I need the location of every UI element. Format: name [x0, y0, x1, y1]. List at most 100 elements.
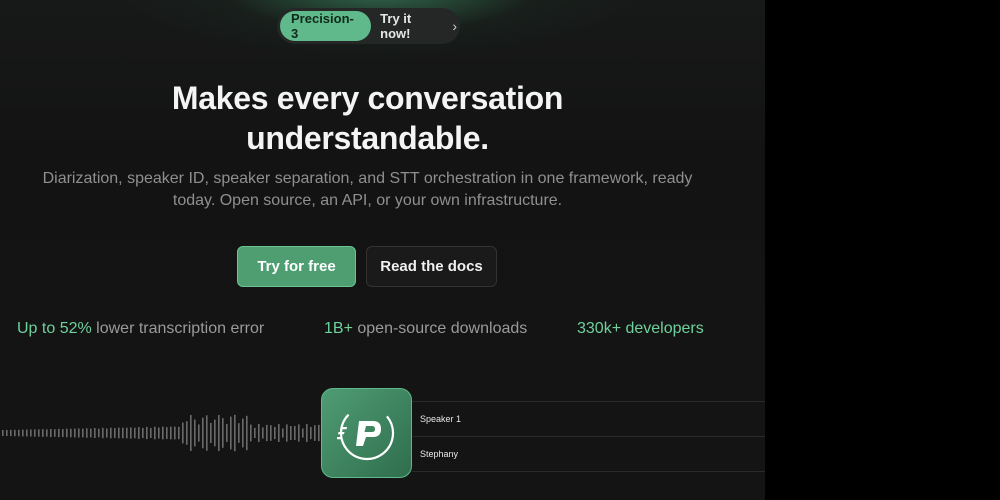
waveform-bar — [226, 423, 228, 443]
waveform-bar — [194, 419, 196, 447]
waveform-bar — [298, 424, 300, 442]
waveform-bar — [34, 429, 36, 437]
waveform-bar — [98, 428, 100, 438]
waveform-bar — [18, 429, 20, 437]
waveform-bar — [178, 426, 180, 440]
waveform-bar — [294, 425, 296, 441]
waveform-bar — [38, 429, 40, 437]
waveform-bar — [130, 427, 132, 439]
waveform-bar — [82, 428, 84, 438]
waveform-bar — [142, 427, 144, 439]
stat-transcription-error: Up to 52% lower transcription error — [17, 320, 264, 338]
waveform-bar — [62, 429, 64, 437]
waveform-bar — [274, 426, 276, 440]
waveform-bar — [146, 426, 148, 440]
waveform-bar — [186, 421, 188, 445]
stat-highlight: 1B+ — [324, 320, 353, 337]
stat-text: open-source downloads — [352, 320, 528, 337]
waveform-bar — [246, 415, 248, 451]
waveform-bar — [94, 427, 96, 439]
stat-downloads: 1B+ open-source downloads — [324, 320, 527, 338]
waveform-bar — [110, 427, 112, 439]
stat-text: lower transcription error — [91, 320, 265, 337]
hero-subheading-line1: Diarization, speaker ID, speaker separat… — [42, 170, 693, 187]
landing-page: Precision-3 Try it now! › Makes every co… — [0, 0, 765, 500]
waveform-bar — [30, 429, 32, 437]
waveform-bar — [158, 427, 160, 439]
pyannote-logo-icon — [336, 405, 394, 461]
waveform-bar — [238, 423, 240, 443]
waveform-bar — [182, 422, 184, 444]
waveform-bar — [270, 425, 272, 441]
waveform-bar — [134, 427, 136, 439]
hero-subheading: Diarization, speaker ID, speaker separat… — [0, 168, 735, 212]
waveform-bar — [102, 427, 104, 439]
audio-waveform — [2, 414, 320, 452]
waveform-bar — [254, 427, 256, 439]
waveform-bar — [230, 416, 232, 450]
hero-headline-line2: understandable. — [246, 120, 489, 156]
waveform-bar — [290, 425, 292, 441]
waveform-bar — [282, 428, 284, 438]
waveform-bar — [170, 426, 172, 440]
waveform-bar — [106, 428, 108, 438]
hero-headline-line1: Makes every conversation — [171, 80, 564, 116]
waveform-bar — [190, 414, 192, 452]
waveform-bar — [250, 424, 252, 442]
announcement-link[interactable]: Try it now! — [380, 11, 444, 41]
chevron-right-icon: › — [452, 18, 457, 34]
waveform-bar — [74, 428, 76, 438]
waveform-bar — [206, 415, 208, 451]
waveform-bar — [234, 414, 236, 452]
stat-highlight: Up to 52% — [17, 320, 92, 337]
waveform-bar — [242, 418, 244, 448]
waveform-bar — [10, 429, 12, 437]
waveform-bar — [278, 424, 280, 442]
waveform-bar — [174, 426, 176, 440]
app-logo-tile — [321, 388, 412, 478]
waveform-bar — [310, 426, 312, 440]
waveform-bar — [286, 424, 288, 442]
waveform-bar — [22, 429, 24, 437]
announcement-pill[interactable]: Precision-3 Try it now! › — [277, 8, 460, 44]
hero-subheading-line2: today. Open source, an API, or your own … — [172, 192, 563, 209]
blank-side-panel — [765, 0, 1000, 500]
waveform-bar — [266, 424, 268, 442]
read-the-docs-button[interactable]: Read the docs — [366, 246, 497, 287]
waveform-bar — [2, 430, 4, 436]
waveform-bar — [118, 427, 120, 439]
waveform-bar — [58, 428, 60, 438]
stat-developers: 330k+ developers — [577, 320, 704, 338]
waveform-bar — [306, 424, 308, 442]
waveform-bar — [210, 423, 212, 443]
waveform-bar — [90, 428, 92, 438]
waveform-bar — [218, 415, 220, 451]
waveform-bar — [114, 428, 116, 438]
waveform-bar — [66, 428, 68, 438]
waveform-bar — [154, 426, 156, 440]
announcement-badge[interactable]: Precision-3 — [280, 11, 372, 41]
waveform-bar — [46, 429, 48, 437]
waveform-bar — [222, 418, 224, 448]
waveform-bar — [26, 429, 28, 437]
waveform-bar — [198, 424, 200, 442]
waveform-bar — [126, 427, 128, 439]
speaker-row: Speaker 1 — [412, 401, 765, 436]
waveform-bar — [122, 427, 124, 439]
waveform-bar — [202, 417, 204, 449]
try-for-free-button[interactable]: Try for free — [237, 246, 356, 287]
waveform-bar — [162, 426, 164, 440]
speaker-row: Stephany — [412, 436, 765, 472]
waveform-bar — [262, 427, 264, 439]
waveform-bar — [54, 429, 56, 437]
waveform-bar — [258, 424, 260, 442]
waveform-bar — [6, 429, 8, 437]
waveform-bar — [166, 427, 168, 439]
waveform-bar — [14, 429, 16, 437]
waveform-bar — [302, 428, 304, 438]
waveform-bar — [150, 427, 152, 439]
waveform-bar — [70, 428, 72, 438]
waveform-bar — [42, 429, 44, 437]
waveform-bar — [50, 428, 52, 438]
waveform-bar — [78, 428, 80, 438]
